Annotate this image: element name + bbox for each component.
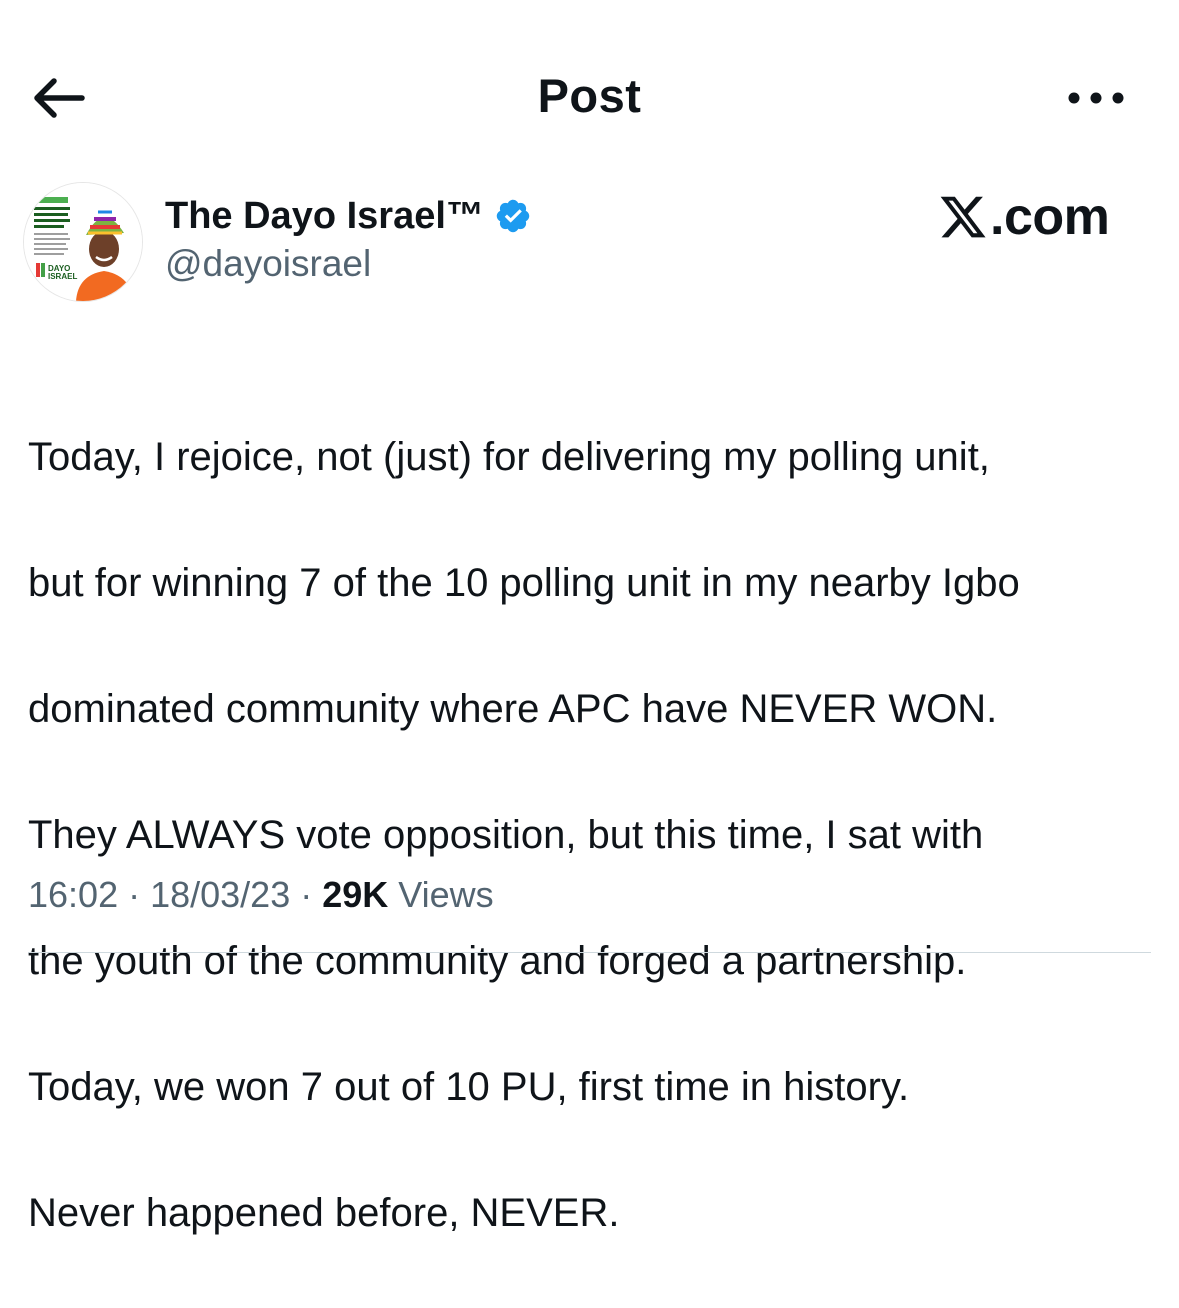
back-button[interactable] bbox=[28, 70, 92, 126]
more-options-button[interactable] bbox=[1060, 80, 1132, 116]
author-name-row: The Dayo Israel™ bbox=[165, 193, 532, 239]
post-text-line: the youth of the community and forged a … bbox=[28, 939, 967, 983]
post-meta: 16:02 · 18/03/23 · 29K Views bbox=[28, 874, 494, 916]
views-label[interactable]: Views bbox=[398, 874, 493, 915]
divider bbox=[28, 952, 1151, 953]
avatar[interactable]: DAYO ISRAEL bbox=[24, 183, 142, 301]
top-bar: Post bbox=[0, 0, 1179, 190]
post-text-line: They ALWAYS vote opposition, but this ti… bbox=[28, 813, 984, 857]
page-title: Post bbox=[537, 69, 642, 122]
views-count[interactable]: 29K bbox=[322, 874, 388, 915]
more-horizontal-icon bbox=[1068, 92, 1124, 104]
verified-badge-icon[interactable] bbox=[494, 197, 532, 235]
profile-photo: DAYO ISRAEL bbox=[24, 183, 142, 301]
watermark-text: .com bbox=[990, 188, 1110, 246]
post-text-line: Today, we won 7 out of 10 PU, first time… bbox=[28, 1065, 910, 1109]
x-logo-icon bbox=[940, 196, 986, 238]
avatar-logo-line2: ISRAEL bbox=[48, 272, 77, 281]
meta-separator: · bbox=[290, 874, 323, 915]
arrow-left-icon bbox=[34, 78, 85, 118]
author-display-name[interactable]: The Dayo Israel™ bbox=[165, 195, 484, 238]
meta-separator: · bbox=[118, 874, 151, 915]
post-date[interactable]: 18/03/23 bbox=[150, 874, 290, 915]
post-text-line: dominated community where APC have NEVER… bbox=[28, 687, 998, 731]
author-handle[interactable]: @dayoisrael bbox=[165, 243, 371, 285]
x-com-watermark: .com bbox=[937, 186, 1110, 248]
post-text-line: Today, I rejoice, not (just) for deliver… bbox=[28, 435, 990, 479]
post-text-line: Never happened before, NEVER. bbox=[28, 1191, 620, 1235]
post-text: Today, I rejoice, not (just) for deliver… bbox=[28, 363, 1168, 1308]
post-text-line: but for winning 7 of the 10 polling unit… bbox=[28, 561, 1020, 605]
post-time[interactable]: 16:02 bbox=[28, 874, 118, 915]
